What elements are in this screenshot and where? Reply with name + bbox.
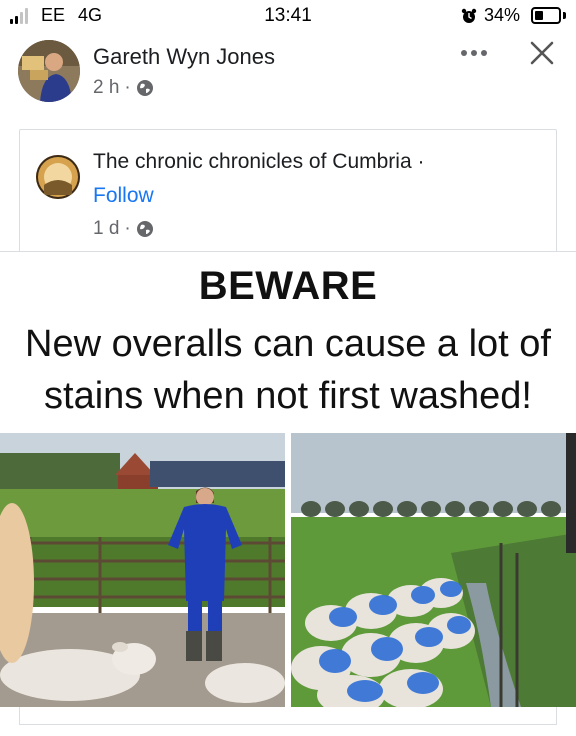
globe-icon — [136, 221, 153, 237]
status-bar: EE 4G 13:41 34% — [0, 0, 576, 34]
globe-icon — [136, 80, 153, 96]
meta-separator: · — [124, 77, 131, 98]
dyed-sheep-photo — [291, 433, 576, 707]
shared-page-name[interactable]: The chronic chronicles of Cumbria · — [93, 150, 424, 174]
battery-icon — [531, 7, 561, 24]
author-name[interactable]: Gareth Wyn Jones — [93, 44, 275, 70]
close-icon[interactable] — [527, 38, 557, 68]
alarm-icon — [461, 8, 477, 23]
follow-button[interactable]: Follow — [93, 184, 154, 208]
author-avatar[interactable] — [18, 40, 80, 102]
meta-separator: · — [124, 218, 131, 239]
shared-post-meta: 1 d · — [93, 218, 154, 240]
shared-post-time[interactable]: 1 d — [93, 218, 119, 240]
meme-caption: New overalls can cause a lot of stains w… — [25, 323, 551, 417]
post-time[interactable]: 2 h — [93, 77, 119, 99]
battery-percentage: 34% — [484, 5, 521, 25]
more-dots-icon[interactable] — [458, 43, 490, 63]
meme-headline: BEWARE — [198, 264, 378, 308]
battery-tip — [563, 12, 566, 19]
card-bottom-edge — [19, 707, 557, 725]
page-avatar[interactable] — [36, 155, 80, 199]
farmer-photo — [0, 433, 285, 707]
post-meta: 2 h · — [93, 77, 154, 99]
